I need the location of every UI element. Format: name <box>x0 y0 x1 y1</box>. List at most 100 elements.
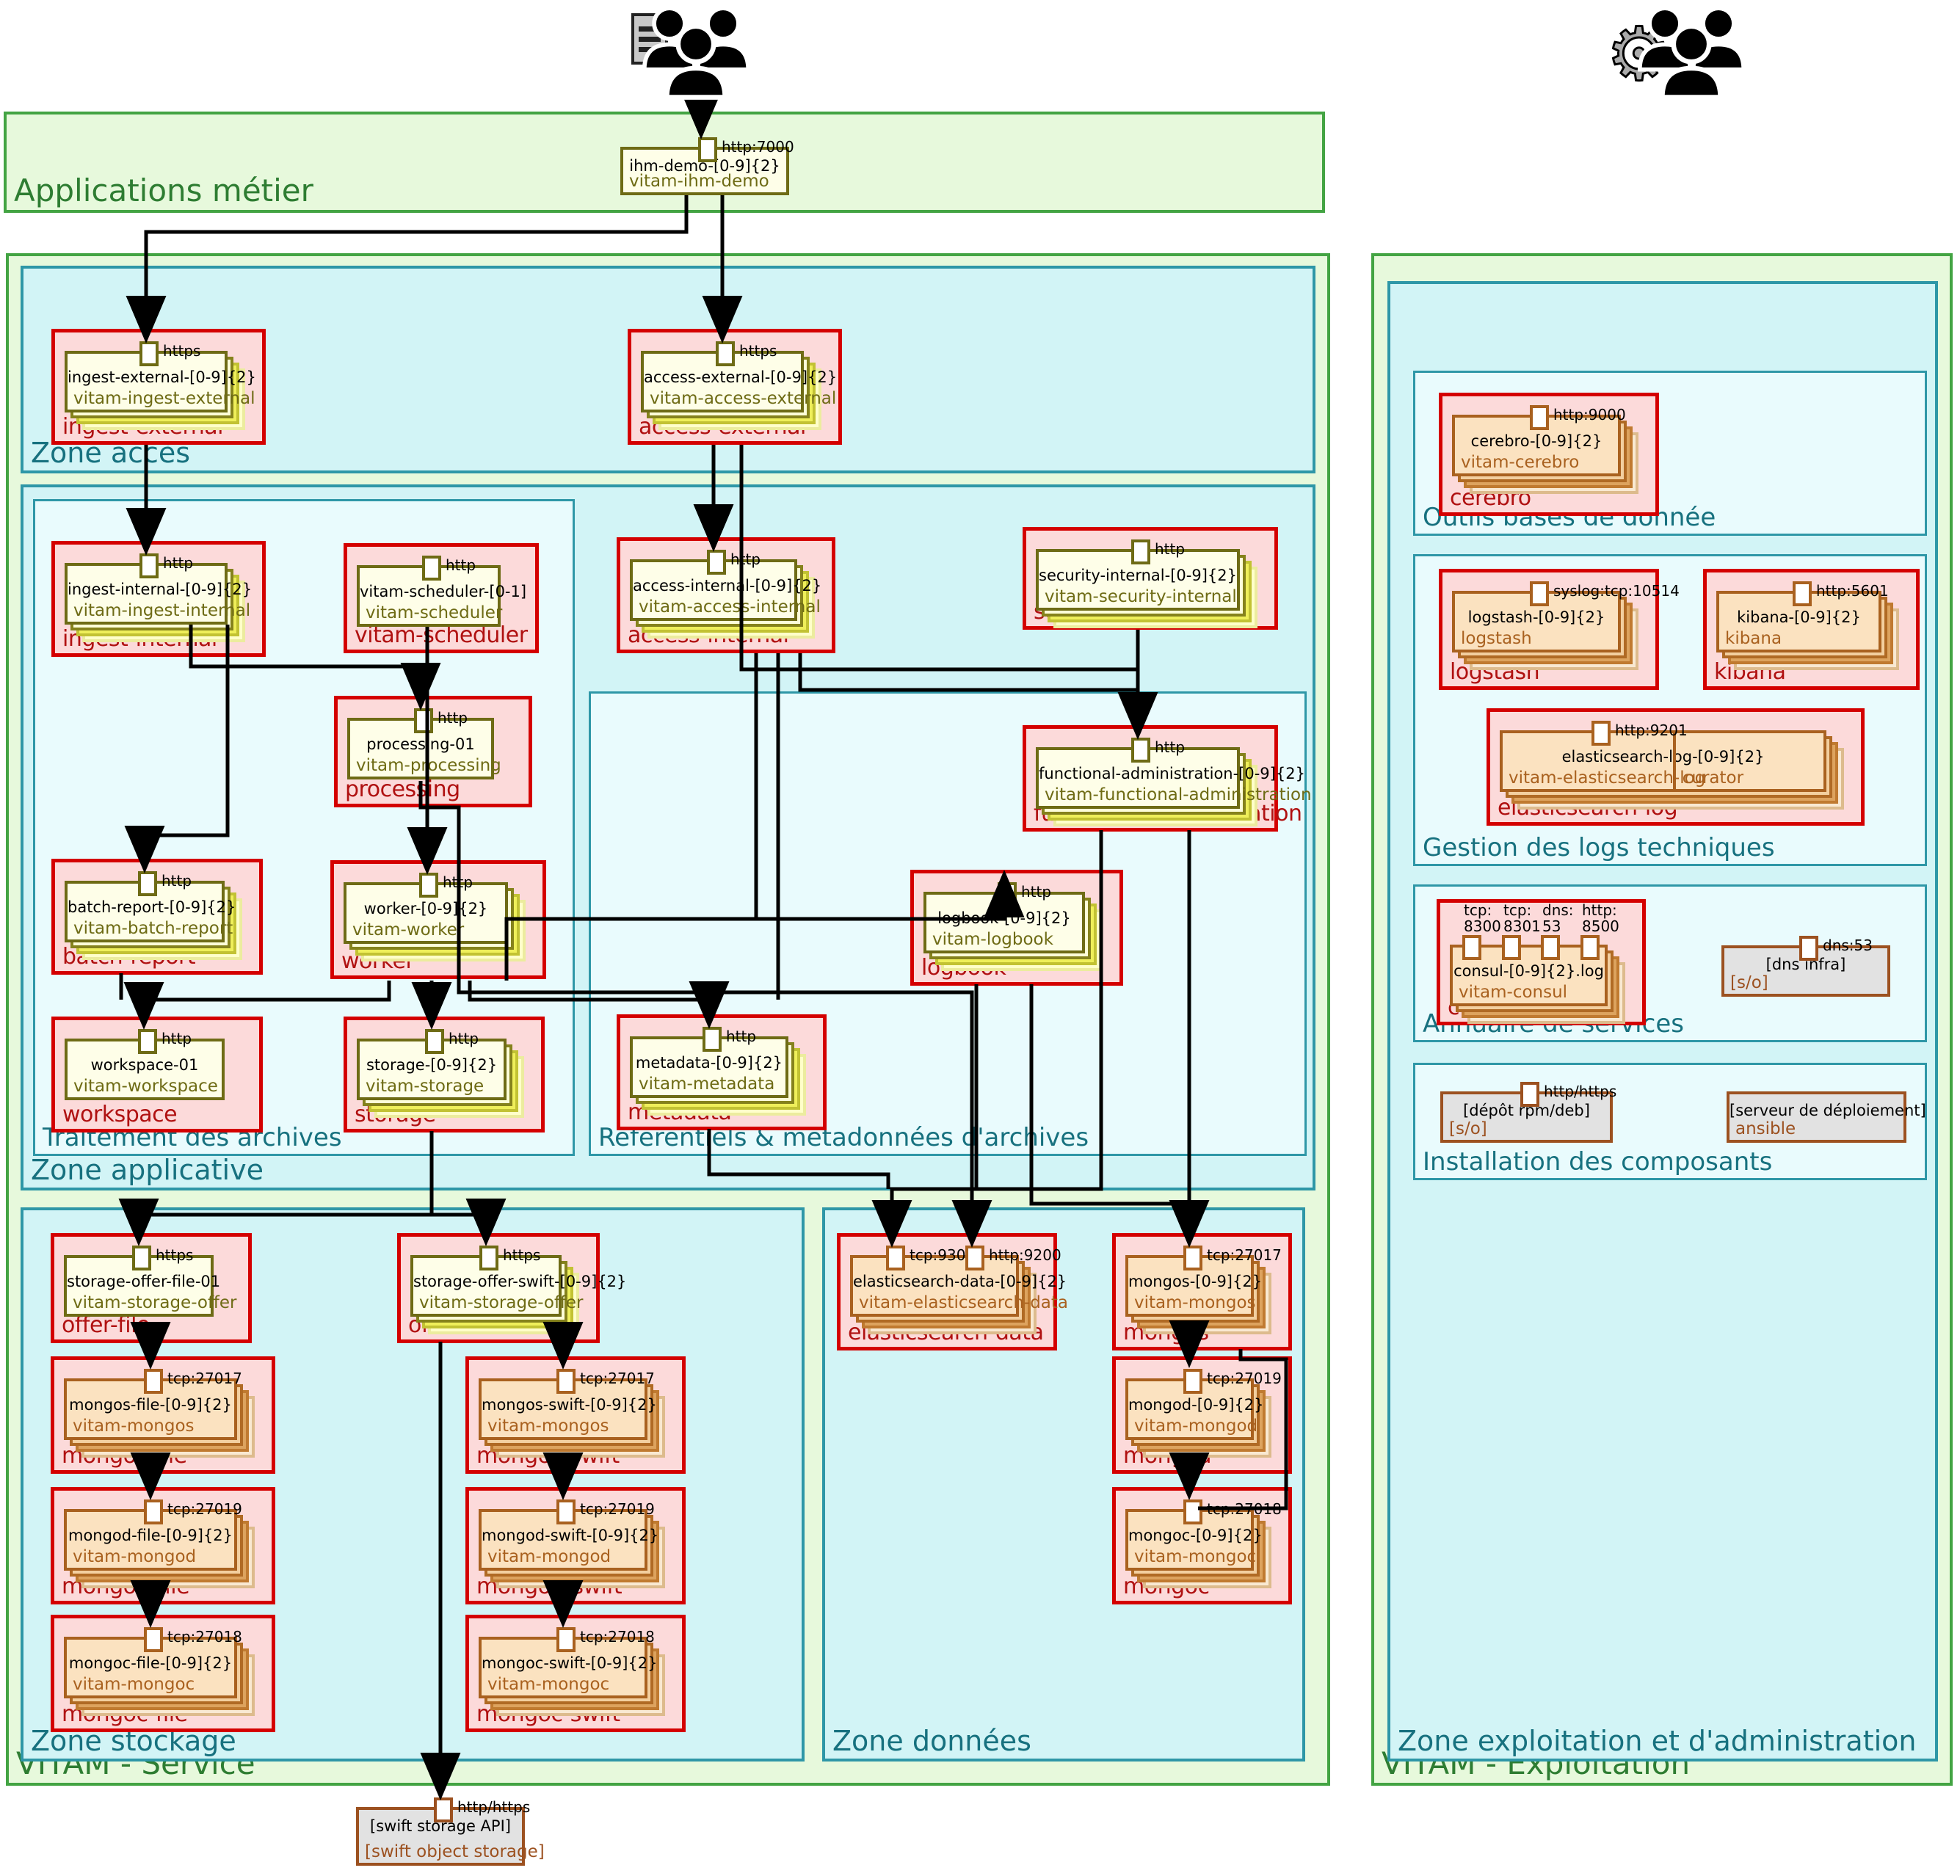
logbook-node: logbook-[0-9]{2}vitam-logbookhttp <box>923 892 1085 953</box>
consul-port-label: http:8500 <box>1582 902 1619 934</box>
consul-port <box>1580 935 1600 960</box>
elasticsearch-data-port-label: http:9200 <box>989 1246 1061 1264</box>
mongod-file-port <box>144 1499 163 1524</box>
security-internal-node-stack: security-internal-[0-9]{2}vitam-security… <box>1036 549 1240 611</box>
metadata-service-name: vitam-metadata <box>639 1075 774 1094</box>
serveur-deploiement-node-stack: [serveur de déploiement]ansible <box>1727 1091 1906 1143</box>
workspace-port-label: http <box>161 1030 192 1047</box>
offer-swift-port <box>479 1246 498 1270</box>
zone-label-applications-metier: Applications métier <box>14 172 313 208</box>
ingest-internal-port <box>139 553 159 578</box>
mongod-instance-name: mongod-[0-9]{2} <box>1128 1396 1251 1414</box>
depot-rpm-deb-port <box>1520 1082 1539 1107</box>
elasticsearch-data-port <box>965 1246 984 1270</box>
security-internal-instance-name: security-internal-[0-9]{2} <box>1039 567 1237 584</box>
mongos-node: mongos-[0-9]{2}vitam-mongostcp:27017 <box>1125 1255 1254 1317</box>
functional-administration-port <box>1131 738 1150 763</box>
zone-label-zone-exploitation: Zone exploitation et d'administration <box>1398 1725 1917 1757</box>
serveur-deploiement-instance-name: [serveur de déploiement] <box>1729 1102 1903 1119</box>
vitam-scheduler-port <box>422 556 441 581</box>
elasticsearch-log-node-stack: elasticsearch-log-[0-9]{2}vitam-elastics… <box>1500 730 1826 792</box>
mongos-swift-node-stack: mongos-swift-[0-9]{2}vitam-mongostcp:270… <box>479 1378 647 1440</box>
functional-administration-service-name: vitam-functional-administration <box>1045 785 1312 804</box>
mongod-service-name: vitam-mongod <box>1134 1417 1257 1436</box>
mongos-swift-port-label: tcp:27017 <box>580 1370 655 1387</box>
mongos-file-instance-name: mongos-file-[0-9]{2} <box>67 1396 234 1414</box>
mongoc-file-node: mongoc-file-[0-9]{2}vitam-mongoctcp:2701… <box>64 1637 237 1698</box>
mongos-file-port <box>144 1369 163 1394</box>
serveur-deploiement-node: [serveur de déploiement]ansible <box>1727 1091 1906 1143</box>
mongos-swift-service-name: vitam-mongos <box>487 1417 609 1436</box>
ingest-external-node: ingest-external-[0-9]{2}vitam-ingest-ext… <box>65 351 228 412</box>
security-internal-node: security-internal-[0-9]{2}vitam-security… <box>1036 549 1240 611</box>
ingest-internal-instance-name: ingest-internal-[0-9]{2} <box>68 581 225 598</box>
kibana-node-stack: kibana-[0-9]{2}kibanahttp:5601 <box>1716 591 1881 652</box>
mongos-port-label: tcp:27017 <box>1207 1246 1282 1264</box>
access-external-node: access-external-[0-9]{2}vitam-access-ext… <box>641 351 804 412</box>
kibana-port-label: http:5601 <box>1816 582 1889 600</box>
mongod-swift-node-stack: mongod-swift-[0-9]{2}vitam-mongodtcp:270… <box>479 1509 647 1571</box>
worker-instance-name: worker-[0-9]{2} <box>346 900 505 917</box>
elasticsearch-log-service-name: vitam-elasticsearch-log <box>1509 768 1705 788</box>
consul-port <box>1502 935 1521 960</box>
security-internal-port-label: http <box>1155 540 1185 558</box>
ihm-demo-service-name: vitam-ihm-demo <box>629 172 769 191</box>
processing-service-name: vitam-processing <box>356 756 501 775</box>
batch-report-service-name: vitam-batch-report <box>73 919 233 938</box>
access-internal-node: access-internal-[0-9]{2}vitam-access-int… <box>630 559 797 621</box>
logstash-node-stack: logstash-[0-9]{2}logstashsyslog:tcp:1051… <box>1452 591 1621 652</box>
mongod-swift-port-label: tcp:27019 <box>580 1500 655 1518</box>
workspace-node: workspace-01vitam-workspacehttp <box>65 1039 225 1100</box>
mongos-node-stack: mongos-[0-9]{2}vitam-mongostcp:27017 <box>1125 1255 1254 1317</box>
mongod-port <box>1183 1369 1202 1394</box>
port-label-line: 8301 <box>1503 918 1541 934</box>
logbook-port-label: http <box>1021 883 1051 901</box>
consul-instance-name: consul-[0-9]{2}.log <box>1453 962 1605 980</box>
storage-node: storage-[0-9]{2}vitam-storagehttp <box>357 1039 507 1100</box>
logbook-node-stack: logbook-[0-9]{2}vitam-logbookhttp <box>923 892 1085 953</box>
ingest-internal-service-name: vitam-ingest-internal <box>73 601 250 620</box>
workspace-instance-name: workspace-01 <box>68 1056 222 1074</box>
elasticsearch-data-service-name: vitam-elasticsearch-data <box>859 1293 1068 1312</box>
cerebro-node: cerebro-[0-9]{2}vitam-cerebrohttp:9000 <box>1452 415 1621 476</box>
ingest-external-node-stack: ingest-external-[0-9]{2}vitam-ingest-ext… <box>65 351 228 412</box>
worker-port-label: http <box>443 873 473 891</box>
functional-administration-instance-name: functional-administration-[0-9]{2} <box>1039 765 1237 782</box>
mongos-file-node-stack: mongos-file-[0-9]{2}vitam-mongostcp:2701… <box>64 1378 237 1440</box>
architecture-diagram: ⚙ Applications métierVITAM - ServiceZone… <box>0 0 1960 1876</box>
mongod-swift-node: mongod-swift-[0-9]{2}vitam-mongodtcp:270… <box>479 1509 647 1571</box>
mongoc-file-port-label: tcp:27018 <box>167 1628 242 1646</box>
consul-port-label: tcp:8301 <box>1503 902 1541 934</box>
mongod-swift-service-name: vitam-mongod <box>487 1547 611 1566</box>
ingest-external-service-name: vitam-ingest-external <box>73 389 255 408</box>
cerebro-port <box>1530 405 1549 430</box>
users-gear-icon: ⚙ <box>1606 8 1743 98</box>
mongoc-node-stack: mongoc-[0-9]{2}vitam-mongoctcp:27018 <box>1125 1509 1254 1571</box>
logbook-port <box>998 882 1017 907</box>
mongos-swift-instance-name: mongos-swift-[0-9]{2} <box>482 1396 645 1414</box>
elasticsearch-data-node-stack: elasticsearch-data-[0-9]{2}vitam-elastic… <box>850 1255 1019 1317</box>
cerebro-node-stack: cerebro-[0-9]{2}vitam-cerebrohttp:9000 <box>1452 415 1621 476</box>
mongod-file-service-name: vitam-mongod <box>73 1547 196 1566</box>
mongoc-swift-instance-name: mongoc-swift-[0-9]{2} <box>482 1654 645 1672</box>
batch-report-port-label: http <box>161 872 192 890</box>
offer-file-instance-name: storage-offer-file-01 <box>67 1273 211 1290</box>
storage-port-label: http <box>449 1030 479 1047</box>
ingest-external-instance-name: ingest-external-[0-9]{2} <box>68 368 225 386</box>
metadata-port <box>703 1027 722 1052</box>
vitam-scheduler-instance-name: vitam-scheduler-[0-1] <box>360 583 498 600</box>
ihm-demo-port-label: http:7000 <box>722 138 794 156</box>
logbook-service-name: vitam-logbook <box>932 930 1053 949</box>
swift-storage-api-port-label: http/https <box>457 1798 530 1816</box>
logstash-instance-name: logstash-[0-9]{2} <box>1455 608 1618 626</box>
worker-node-stack: worker-[0-9]{2}vitam-workerhttp <box>344 882 508 944</box>
elasticsearch-log-secondary-name: curator <box>1683 768 1743 788</box>
processing-instance-name: processing-01 <box>350 735 491 753</box>
mongos-swift-node: mongos-swift-[0-9]{2}vitam-mongostcp:270… <box>479 1378 647 1440</box>
mongos-service-name: vitam-mongos <box>1134 1293 1256 1312</box>
cerebro-instance-name: cerebro-[0-9]{2} <box>1455 432 1618 450</box>
access-internal-service-name: vitam-access-internal <box>639 597 821 617</box>
storage-instance-name: storage-[0-9]{2} <box>360 1056 504 1074</box>
elasticsearch-data-instance-name: elasticsearch-data-[0-9]{2} <box>853 1273 1016 1290</box>
mongos-file-port-label: tcp:27017 <box>167 1370 242 1387</box>
